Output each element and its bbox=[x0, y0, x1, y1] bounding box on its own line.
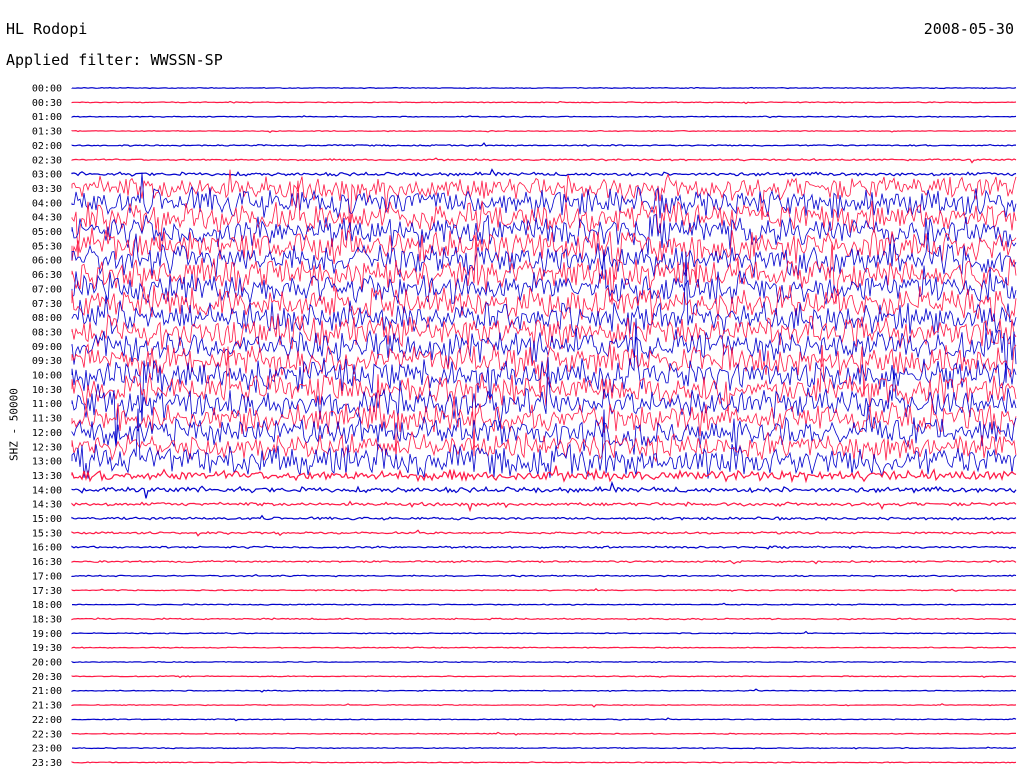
trace-group bbox=[71, 86, 1017, 764]
trace-line bbox=[71, 168, 1017, 177]
trace-line bbox=[72, 746, 1017, 750]
trace-line bbox=[71, 480, 1017, 499]
time-tick-label: 21:00 bbox=[32, 686, 62, 697]
time-tick-label: 20:30 bbox=[32, 672, 62, 683]
time-tick-label: 14:00 bbox=[32, 485, 62, 496]
time-tick-label: 18:30 bbox=[32, 614, 62, 625]
time-tick-label: 20:00 bbox=[32, 658, 62, 669]
time-tick-label: 06:00 bbox=[32, 256, 62, 267]
time-tick-label: 02:30 bbox=[32, 155, 62, 166]
time-tick-label: 13:30 bbox=[32, 471, 62, 482]
time-tick-label: 09:30 bbox=[32, 356, 62, 367]
time-tick-label: 23:30 bbox=[32, 758, 62, 769]
trace-line bbox=[71, 129, 1017, 134]
time-tick-label: 19:00 bbox=[32, 629, 62, 640]
time-tick-label: 03:00 bbox=[32, 170, 62, 181]
time-tick-label: 01:00 bbox=[32, 112, 62, 123]
time-tick-label: 13:00 bbox=[32, 457, 62, 468]
time-tick-label: 07:30 bbox=[32, 299, 62, 310]
trace-line bbox=[71, 574, 1017, 578]
time-tick-label: 03:30 bbox=[32, 184, 62, 195]
trace-line bbox=[71, 142, 1016, 147]
trace-line bbox=[71, 688, 1017, 693]
time-tick-label: 12:00 bbox=[32, 428, 62, 439]
time-tick-label: 07:00 bbox=[32, 284, 62, 295]
time-tick-label: 10:30 bbox=[32, 385, 62, 396]
trace-line bbox=[71, 318, 1017, 423]
tick-label-group: 00:00 00:30 01:00 01:30 02:00 02:30 03:00 03:30… bbox=[32, 84, 62, 769]
time-tick-label: 17:00 bbox=[32, 571, 62, 582]
time-tick-label: 19:30 bbox=[32, 643, 62, 654]
trace-line bbox=[71, 559, 1017, 565]
time-tick-label: 16:30 bbox=[32, 557, 62, 568]
time-tick-label: 00:30 bbox=[32, 98, 62, 109]
time-tick-label: 02:00 bbox=[32, 141, 62, 152]
trace-line bbox=[71, 284, 1017, 323]
time-tick-label: 17:30 bbox=[32, 586, 62, 597]
time-tick-label: 08:30 bbox=[32, 327, 62, 338]
trace-line bbox=[71, 617, 1017, 621]
time-tick-label: 18:00 bbox=[32, 600, 62, 611]
helicorder-plot: 00:00 00:30 01:00 01:30 02:00 02:30 03:00 03:30… bbox=[32, 84, 1017, 769]
trace-line bbox=[71, 731, 1016, 736]
time-tick-label: 11:30 bbox=[32, 414, 62, 425]
time-tick-label: 04:30 bbox=[32, 213, 62, 224]
trace-line bbox=[72, 602, 1017, 606]
time-tick-label: 12:30 bbox=[32, 442, 62, 453]
time-tick-label: 08:00 bbox=[32, 313, 62, 324]
time-tick-label: 00:00 bbox=[32, 84, 62, 95]
trace-line bbox=[71, 180, 1017, 258]
trace-line bbox=[71, 529, 1017, 537]
time-tick-label: 11:00 bbox=[32, 399, 62, 410]
time-tick-label: 21:30 bbox=[32, 701, 62, 712]
trace-line bbox=[71, 588, 1017, 592]
time-tick-label: 10:00 bbox=[32, 371, 62, 382]
time-tick-label: 14:30 bbox=[32, 500, 62, 511]
trace-line bbox=[71, 514, 1017, 521]
time-tick-label: 04:00 bbox=[32, 198, 62, 209]
trace-line bbox=[71, 115, 1017, 119]
time-tick-label: 09:00 bbox=[32, 342, 62, 353]
trace-line bbox=[71, 86, 1017, 90]
trace-line bbox=[71, 675, 1017, 679]
time-tick-label: 05:30 bbox=[32, 241, 62, 252]
time-tick-label: 06:30 bbox=[32, 270, 62, 281]
time-tick-label: 15:30 bbox=[32, 528, 62, 539]
time-tick-label: 23:00 bbox=[32, 744, 62, 755]
time-tick-label: 01:30 bbox=[32, 127, 62, 138]
trace-line bbox=[71, 646, 1017, 649]
time-tick-label: 22:00 bbox=[32, 715, 62, 726]
time-tick-label: 05:00 bbox=[32, 227, 62, 238]
time-tick-label: 22:30 bbox=[32, 729, 62, 740]
trace-line bbox=[71, 761, 1017, 764]
trace-line bbox=[71, 100, 1017, 105]
trace-line bbox=[71, 630, 1017, 635]
trace-line bbox=[71, 157, 1017, 164]
trace-line bbox=[71, 717, 1017, 722]
trace-line bbox=[71, 500, 1017, 513]
trace-line bbox=[71, 545, 1017, 550]
time-tick-label: 16:00 bbox=[32, 543, 62, 554]
trace-line bbox=[71, 465, 1017, 484]
trace-line bbox=[71, 660, 1016, 664]
trace-line bbox=[71, 703, 1017, 708]
time-tick-label: 15:00 bbox=[32, 514, 62, 525]
